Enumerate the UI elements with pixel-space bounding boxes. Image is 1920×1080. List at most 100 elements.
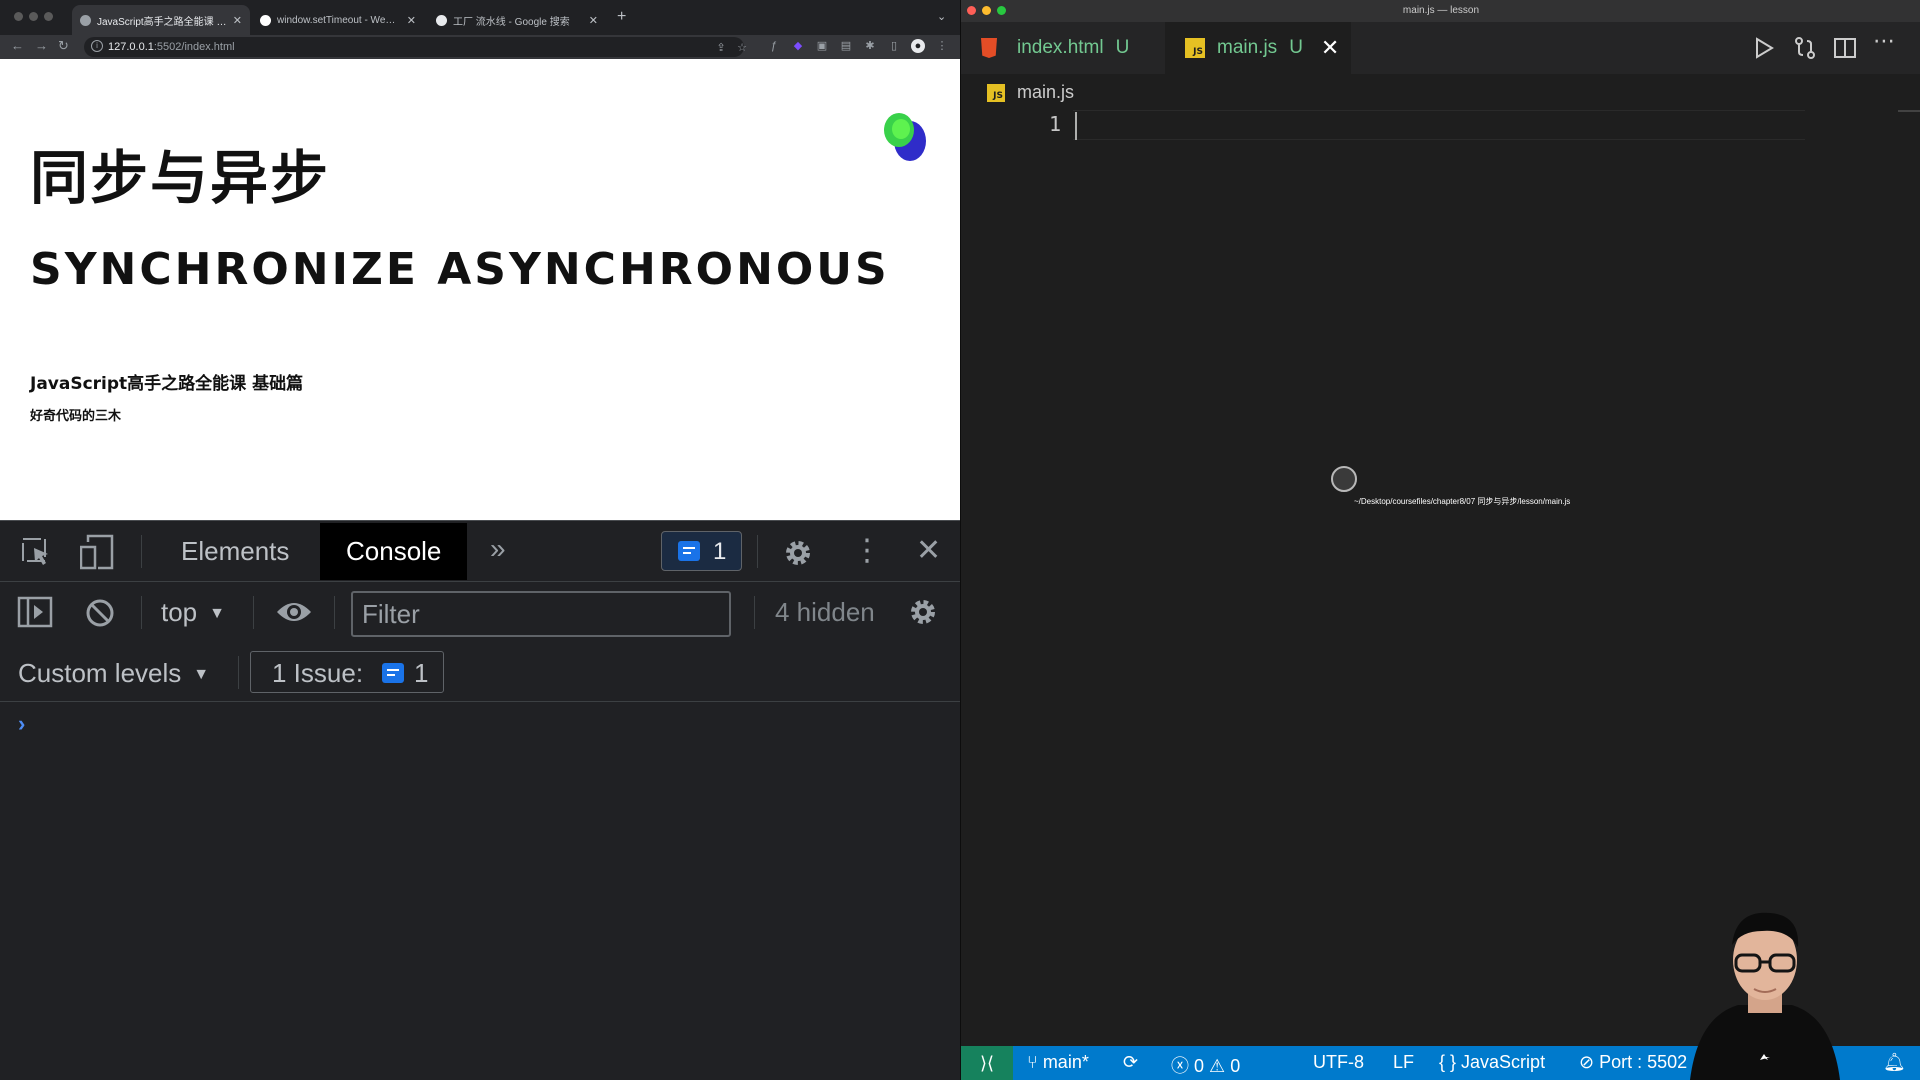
back-icon[interactable]: ← xyxy=(11,38,24,53)
open-changes-icon[interactable] xyxy=(1793,36,1817,60)
close-icon[interactable]: ✕ xyxy=(916,533,941,568)
remote-indicator-icon[interactable]: ⟩⟨ xyxy=(961,1046,1013,1080)
branch-icon: ⑂ xyxy=(1027,1052,1043,1072)
tab-main-js[interactable]: JS main.js U ✕ xyxy=(1165,22,1351,74)
issues-counter-button[interactable]: 1 xyxy=(661,531,742,571)
line-number: 1 xyxy=(1048,112,1061,136)
devtools-tabbar: Elements Console » 1 ⋮ ✕ xyxy=(0,521,960,582)
puzzle-icon[interactable]: ✱ xyxy=(863,39,877,53)
window-zoom-light[interactable] xyxy=(44,12,53,21)
share-icon[interactable]: ⇪ xyxy=(714,41,728,55)
site-info-icon[interactable]: i xyxy=(91,40,103,52)
browser-tab-title: JavaScript高手之路全能课 基础篇 xyxy=(97,16,227,28)
close-tab-icon[interactable]: ✕ xyxy=(407,14,416,27)
port-icon: ⊘ xyxy=(1579,1052,1600,1072)
browser-tab-1[interactable]: JavaScript高手之路全能课 基础篇 ✕ xyxy=(72,5,250,35)
device-toolbar-icon[interactable] xyxy=(80,534,114,570)
run-icon[interactable] xyxy=(1753,36,1775,60)
git-status-badge: U xyxy=(1115,37,1130,58)
console-filter-bar: top▼ 4 hidden xyxy=(0,582,960,642)
close-tab-icon[interactable]: ✕ xyxy=(589,14,598,27)
issue-message-icon xyxy=(678,541,700,561)
page-viewport: 同步与异步 SYNCHRONIZE ASYNCHRONOUS JavaScrip… xyxy=(0,59,960,520)
console-output[interactable]: › xyxy=(0,703,960,1080)
divider xyxy=(757,535,758,568)
console-prompt[interactable]: › xyxy=(18,711,25,737)
sync-icon[interactable]: ⟳ xyxy=(1123,1052,1138,1073)
sidebar-toggle-icon[interactable] xyxy=(17,596,53,628)
extension-icon[interactable]: ƒ xyxy=(767,39,781,53)
hidden-count: 4 hidden xyxy=(775,597,875,627)
end-of-line[interactable]: LF xyxy=(1393,1052,1414,1073)
tab-elements[interactable]: Elements xyxy=(155,523,315,580)
avatar[interactable]: ● xyxy=(911,39,925,53)
desktop: JavaScript高手之路全能课 基础篇 ✕ window.setTimeou… xyxy=(0,0,1920,1080)
divider xyxy=(238,656,239,689)
bell-icon[interactable]: 🔔︎ xyxy=(1883,1052,1906,1073)
divider xyxy=(754,596,755,629)
divider xyxy=(141,596,142,629)
tab-strip: JavaScript高手之路全能课 基础篇 ✕ window.setTimeou… xyxy=(0,0,960,35)
issue-count: 1 xyxy=(713,538,727,565)
mdn-icon xyxy=(260,14,271,26)
tab-label: index.html xyxy=(1017,37,1104,58)
forward-icon[interactable]: → xyxy=(35,38,48,53)
encoding[interactable]: UTF-8 xyxy=(1313,1052,1364,1073)
extension-icon[interactable]: ▤ xyxy=(839,39,853,53)
close-tab-icon[interactable]: ✕ xyxy=(1321,35,1339,61)
close-tab-icon[interactable]: ✕ xyxy=(233,14,242,27)
gear-icon[interactable] xyxy=(782,537,814,569)
kebab-menu-icon[interactable]: ⋮ xyxy=(852,533,882,568)
console-filter-input[interactable] xyxy=(351,591,731,637)
problems-indicator[interactable]: ⓧ 0 ⚠ 0 xyxy=(1171,1052,1240,1078)
javascript-icon: JS xyxy=(1185,38,1205,58)
breadcrumb[interactable]: JS main.js xyxy=(987,82,1074,103)
browser-tab-title: window.setTimeout - Web API xyxy=(277,14,401,26)
bookmark-star-icon[interactable]: ☆ xyxy=(735,41,749,55)
extension-icon[interactable]: ▣ xyxy=(815,39,829,53)
caret-down-icon: ▼ xyxy=(193,666,210,683)
divider xyxy=(141,535,142,568)
live-server-port[interactable]: ⊘ Port : 5502 xyxy=(1579,1052,1687,1073)
window-close-light[interactable] xyxy=(14,12,23,21)
window-minimize-light[interactable] xyxy=(29,12,38,21)
inspect-element-icon[interactable] xyxy=(20,536,52,568)
reload-icon[interactable]: ↻ xyxy=(58,38,69,54)
extension-icon[interactable]: ◆ xyxy=(791,39,805,53)
course-name: JavaScript高手之路全能课 基础篇 xyxy=(30,374,304,394)
caret-down-icon: ▼ xyxy=(209,605,225,622)
sidebar-icon[interactable]: ▯ xyxy=(887,39,901,53)
language-mode[interactable]: { } JavaScript xyxy=(1439,1052,1545,1073)
breadcrumb-file[interactable]: main.js xyxy=(1017,82,1074,103)
git-branch[interactable]: ⑂ main* xyxy=(1027,1052,1089,1073)
page-heading-en: SYNCHRONIZE ASYNCHRONOUS xyxy=(30,244,890,295)
tab-index-html[interactable]: index.html U xyxy=(961,22,1165,74)
browser-tab-3[interactable]: 工厂 流水线 - Google 搜索 ✕ xyxy=(428,5,606,35)
more-menu-icon[interactable]: ⋮ xyxy=(935,39,949,53)
chrome-window: JavaScript高手之路全能课 基础篇 ✕ window.setTimeou… xyxy=(0,0,960,1080)
more-tabs-icon[interactable]: » xyxy=(490,533,506,565)
editor-tabs: index.html U JS main.js U ✕ ⋯ xyxy=(961,22,1920,74)
globe-icon xyxy=(80,14,91,26)
tab-console[interactable]: Console xyxy=(320,523,468,580)
more-actions-icon[interactable]: ⋯ xyxy=(1873,28,1895,54)
new-tab-button[interactable]: + xyxy=(617,8,626,26)
split-editor-icon[interactable] xyxy=(1833,36,1857,60)
browser-tab-2[interactable]: window.setTimeout - Web API ✕ xyxy=(252,5,424,35)
warning-icon: ⚠ xyxy=(1209,1056,1231,1076)
minimap-slider[interactable] xyxy=(1898,110,1920,112)
text-cursor xyxy=(1075,112,1077,140)
log-levels-dropdown[interactable]: Custom levels ▼ xyxy=(18,658,209,689)
chevron-down-icon[interactable]: ⌄ xyxy=(937,10,946,23)
eye-icon[interactable] xyxy=(275,598,313,626)
issues-button[interactable]: 1 Issue: 1 xyxy=(250,651,444,693)
javascript-icon: JS xyxy=(987,83,1005,102)
divider xyxy=(253,596,254,629)
address-bar[interactable]: i 127.0.0.1:5502/index.html ⇪ ☆ xyxy=(84,37,747,57)
clear-console-icon[interactable] xyxy=(84,597,116,629)
url-text: 127.0.0.1:5502/index.html xyxy=(108,41,235,53)
context-selector[interactable]: top ▼ xyxy=(161,597,225,628)
console-settings-gear-icon[interactable] xyxy=(907,596,939,628)
current-line-highlight xyxy=(1073,110,1805,140)
browser-tab-title: 工厂 流水线 - Google 搜索 xyxy=(453,16,570,28)
